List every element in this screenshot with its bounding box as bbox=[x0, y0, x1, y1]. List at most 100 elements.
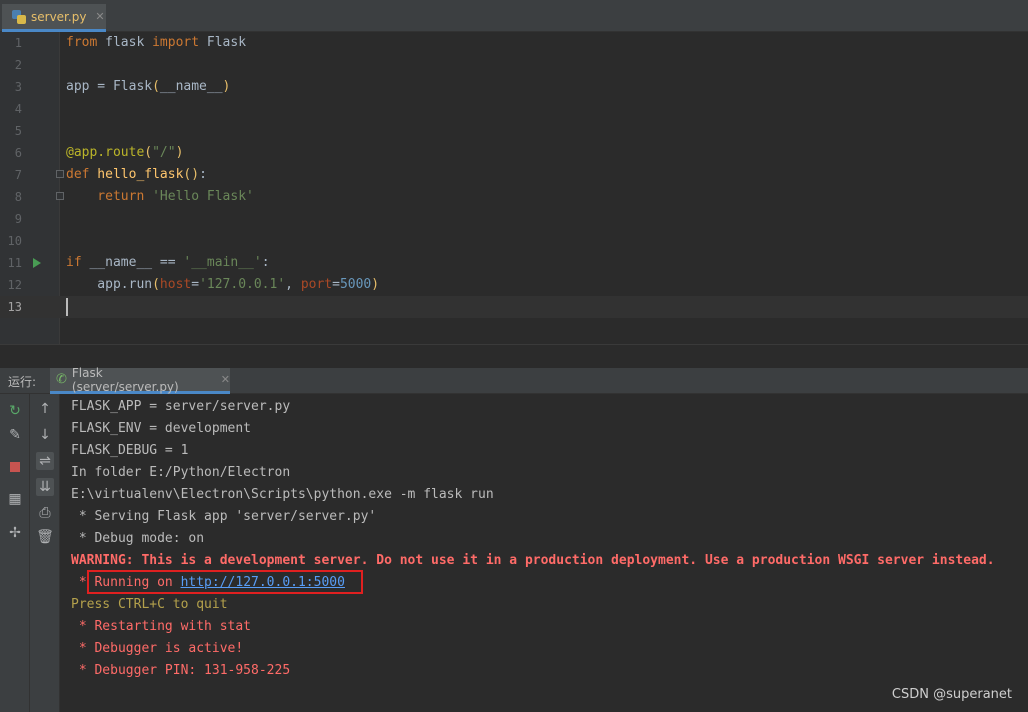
console-line: E:\virtualenv\Electron\Scripts\python.ex… bbox=[71, 487, 494, 502]
fold-marker-icon[interactable] bbox=[56, 170, 64, 178]
code-token: host bbox=[159, 277, 192, 292]
code-token: app.run bbox=[66, 277, 153, 292]
console-warning-line: WARNING: This is a development server. D… bbox=[71, 553, 995, 568]
close-icon[interactable]: ✕ bbox=[95, 10, 104, 23]
console-line: FLASK_ENV = development bbox=[71, 421, 252, 436]
code-line: 3 app = Flask(__name__) bbox=[0, 76, 1028, 98]
highlight-box bbox=[87, 570, 363, 594]
pin-icon[interactable]: ✢ bbox=[6, 524, 24, 542]
code-token: 5000 bbox=[339, 277, 372, 292]
code-token: ( bbox=[152, 79, 160, 94]
console-line: FLASK_DEBUG = 1 bbox=[71, 443, 189, 458]
flask-run-config-icon: ✆ bbox=[56, 372, 67, 387]
scroll-to-end-icon[interactable]: ⇊ bbox=[36, 478, 54, 496]
console-line: FLASK_APP = server/server.py bbox=[71, 399, 291, 414]
code-token: : bbox=[199, 167, 207, 182]
line-number: 5 bbox=[14, 124, 22, 138]
rerun-icon[interactable]: ↻ bbox=[6, 402, 24, 420]
fold-marker-icon[interactable] bbox=[56, 192, 64, 200]
code-token: port bbox=[300, 277, 333, 292]
code-token: __name__ bbox=[159, 79, 223, 94]
code-token: = bbox=[191, 277, 200, 292]
text-caret bbox=[66, 298, 68, 316]
code-line: 11 if __name__ == '__main__': bbox=[0, 252, 1028, 274]
console-output[interactable]: FLASK_APP = server/server.py FLASK_ENV =… bbox=[60, 394, 1028, 712]
console-line: * Debugger is active! bbox=[71, 641, 244, 656]
run-toolbar-secondary: ↑ ↓ ⇌ ⇊ ⎙ 🗑 bbox=[30, 394, 60, 712]
code-token: ( bbox=[152, 277, 160, 292]
trash-icon[interactable]: 🗑 bbox=[36, 528, 54, 546]
code-line: 8 return 'Hello Flask' bbox=[0, 186, 1028, 208]
code-token: if bbox=[66, 255, 82, 270]
code-line: 1 from flask import Flask bbox=[0, 32, 1028, 54]
code-line: 6 @app.route("/") bbox=[0, 142, 1028, 164]
console-line: * Serving Flask app 'server/server.py' bbox=[71, 509, 377, 524]
console-line: * Debugger PIN: 131-958-225 bbox=[71, 663, 291, 678]
line-number: 6 bbox=[14, 146, 22, 160]
line-number: 7 bbox=[14, 168, 22, 182]
line-number: 8 bbox=[14, 190, 22, 204]
run-toolbar-primary: ↻ ✎ ▦ ✢ bbox=[0, 394, 30, 712]
watermark: CSDN @superanet bbox=[891, 687, 1012, 702]
print-icon[interactable]: ⎙ bbox=[36, 504, 54, 522]
stop-icon[interactable] bbox=[6, 458, 24, 476]
arrow-up-icon[interactable]: ↑ bbox=[36, 400, 54, 418]
code-line: 5 bbox=[0, 120, 1028, 142]
panel-splitter[interactable] bbox=[0, 344, 1028, 368]
editor-tab-bar: server.py ✕ bbox=[0, 0, 1028, 32]
line-number: 3 bbox=[14, 80, 22, 94]
code-token: ) bbox=[371, 277, 380, 292]
code-line: 7 def hello_flask(): bbox=[0, 164, 1028, 186]
run-tab-label: Flask (server/server.py) bbox=[71, 365, 179, 394]
code-token: = bbox=[332, 277, 340, 292]
run-label: 运行: bbox=[8, 375, 37, 389]
tab-server-py[interactable]: server.py ✕ bbox=[2, 4, 106, 32]
line-number: 2 bbox=[14, 58, 22, 72]
console-line: * Restarting with stat bbox=[71, 619, 252, 634]
tab-label: server.py bbox=[31, 9, 87, 24]
code-token: from bbox=[66, 35, 98, 50]
code-editor[interactable]: 1 from flask import Flask 2 3 app = Flas… bbox=[0, 32, 1028, 344]
code-line: 10 bbox=[0, 230, 1028, 252]
code-token: def bbox=[66, 167, 90, 182]
console-line: Press CTRL+C to quit bbox=[71, 597, 228, 612]
console-line: In folder E:/Python/Electron bbox=[71, 465, 291, 480]
tab-flask-run[interactable]: ✆ Flask (server/server.py) ✕ bbox=[50, 365, 230, 394]
code-token: __name__ == bbox=[81, 255, 184, 270]
run-gutter-icon[interactable] bbox=[33, 258, 41, 268]
code-token: () bbox=[183, 167, 200, 182]
wrench-icon[interactable]: ✎ bbox=[6, 426, 24, 444]
run-tool-window-header: 运行: ✆ Flask (server/server.py) ✕ bbox=[0, 365, 1028, 394]
code-line-current: 13 bbox=[0, 296, 1028, 318]
line-number: 1 bbox=[14, 36, 22, 50]
arrow-down-icon[interactable]: ↓ bbox=[36, 426, 54, 444]
code-token: ) bbox=[175, 145, 184, 160]
python-file-icon bbox=[12, 9, 26, 24]
code-token: Flask bbox=[199, 35, 247, 50]
code-token: , bbox=[285, 277, 301, 292]
code-token: '127.0.0.1' bbox=[199, 277, 286, 292]
code-line: 2 bbox=[0, 54, 1028, 76]
code-token: : bbox=[261, 255, 270, 270]
code-token: return bbox=[66, 189, 145, 204]
close-icon[interactable]: ✕ bbox=[221, 373, 230, 386]
line-number: 11 bbox=[7, 256, 22, 270]
code-token: hello_flask bbox=[89, 167, 184, 182]
line-number: 13 bbox=[7, 300, 22, 314]
line-number: 4 bbox=[14, 102, 22, 116]
code-token: import bbox=[152, 35, 200, 50]
code-token: "/" bbox=[152, 145, 176, 160]
code-token: ( bbox=[144, 145, 153, 160]
code-token: ) bbox=[222, 79, 231, 94]
layout-icon[interactable]: ▦ bbox=[6, 490, 24, 508]
code-line: 9 bbox=[0, 208, 1028, 230]
soft-wrap-icon[interactable]: ⇌ bbox=[36, 452, 54, 470]
code-line: 4 bbox=[0, 98, 1028, 120]
code-line: 12 app.run(host='127.0.0.1', port=5000) bbox=[0, 274, 1028, 296]
code-token: app = Flask bbox=[66, 79, 153, 94]
code-token: '__main__' bbox=[183, 255, 262, 270]
code-token: flask bbox=[97, 35, 153, 50]
line-number: 12 bbox=[7, 278, 22, 292]
code-token: @app.route bbox=[66, 145, 145, 160]
line-number: 10 bbox=[7, 234, 22, 248]
